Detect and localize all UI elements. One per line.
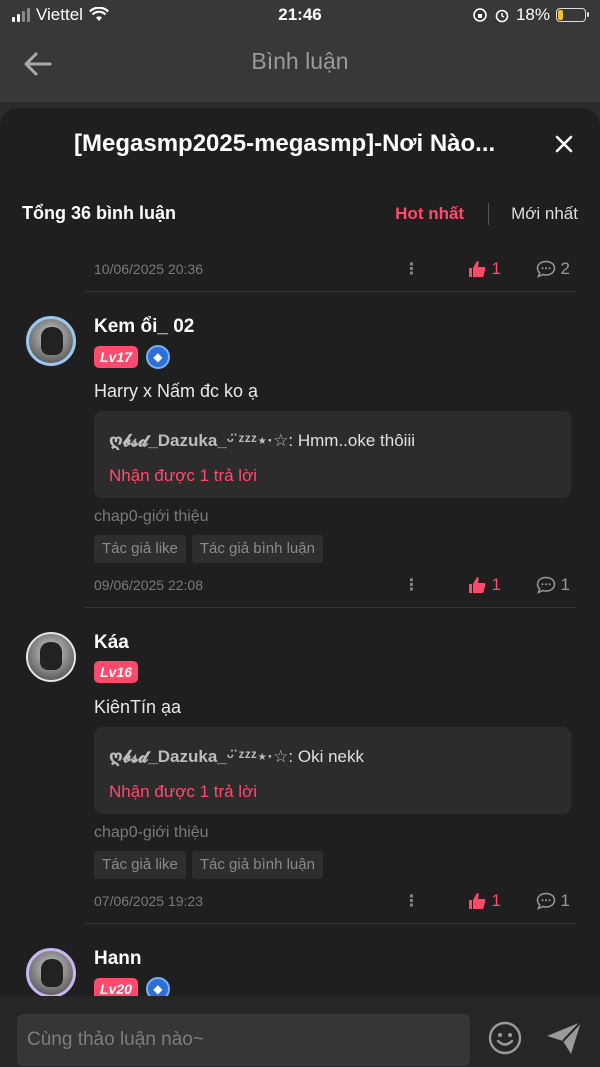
rotation-lock-icon <box>473 8 487 22</box>
comment-username[interactable]: Kem ổi_ 02 <box>94 316 194 338</box>
emoji-icon[interactable] <box>487 1020 523 1056</box>
sort-tabs: Hot nhất Mới nhất <box>395 203 578 225</box>
reply-line: ღ𝓫𝓼𝓭_Dazuka_ᵕ̈ ᶻᶻᶻ⋆·☆: Oki nekk <box>109 747 364 767</box>
send-icon[interactable] <box>544 1018 584 1058</box>
comment-date: 10/06/2025 20:36 <box>94 261 203 277</box>
comment-date: 07/06/2025 19:23 <box>94 893 203 909</box>
divider <box>84 291 576 292</box>
like-count: 1 <box>491 891 501 910</box>
reply-preview[interactable]: ღ𝓫𝓼𝓭_Dazuka_ᵕ̈ ᶻᶻᶻ⋆·☆: Hmm..oke thôiii N… <box>94 411 571 498</box>
reply-text: : Oki nekk <box>288 747 364 766</box>
avatar[interactable] <box>26 948 76 998</box>
thumbs-up-icon <box>468 893 485 909</box>
reply-count: 1 <box>560 891 570 910</box>
more-options-icon[interactable]: ⋮ <box>402 891 422 911</box>
divider <box>84 923 576 924</box>
author-like-tag: Tác giả like <box>94 535 186 563</box>
author-reply-tag: Tác giả bình luận <box>191 851 323 879</box>
close-icon[interactable] <box>550 130 578 158</box>
comment-meta: 07/06/2025 19:23 ⋮ 1 1 <box>94 889 570 913</box>
comments-sheet: [Megasmp2025-megasmp]-Nơi Nào... Tổng 36… <box>0 108 600 1067</box>
reply-preview[interactable]: ღ𝓫𝓼𝓭_Dazuka_ᵕ̈ ᶻᶻᶻ⋆·☆: Oki nekk Nhận đượ… <box>94 727 571 814</box>
comment-date: 09/06/2025 22:08 <box>94 577 203 593</box>
divider <box>84 607 576 608</box>
reply-button[interactable]: 2 <box>536 259 570 279</box>
avatar[interactable] <box>26 316 76 366</box>
chat-bubble-icon <box>536 576 555 594</box>
nav-title: Bình luận <box>251 48 349 74</box>
reply-text: : Hmm..oke thôiii <box>288 431 415 450</box>
reply-button[interactable]: 1 <box>536 891 570 911</box>
avatar[interactable] <box>26 632 76 682</box>
reply-button[interactable]: 1 <box>536 575 570 595</box>
like-count: 1 <box>491 575 501 594</box>
author-tags: Tác giả like Tác giả bình luận <box>94 535 323 563</box>
sort-hot-tab[interactable]: Hot nhất <box>395 204 464 224</box>
reply-line: ღ𝓫𝓼𝓭_Dazuka_ᵕ̈ ᶻᶻᶻ⋆·☆: Hmm..oke thôiii <box>109 431 415 451</box>
comment-input[interactable] <box>17 1014 470 1066</box>
more-options-icon[interactable]: ⋮ <box>402 575 422 595</box>
reply-count: 1 <box>560 575 570 594</box>
author-like-tag: Tác giả like <box>94 851 186 879</box>
author-tags: Tác giả like Tác giả bình luận <box>94 851 323 879</box>
comment-username[interactable]: Hann <box>94 948 142 970</box>
author-reply-tag: Tác giả bình luận <box>191 535 323 563</box>
comment-username[interactable]: Káa <box>94 632 129 654</box>
sort-divider <box>488 203 490 225</box>
view-replies-link[interactable]: Nhận được 1 trả lời <box>109 782 257 802</box>
chat-bubble-icon <box>536 260 555 278</box>
battery-icon <box>556 8 589 22</box>
user-badges: Lv16 <box>94 661 138 683</box>
comment-composer <box>0 996 600 1067</box>
like-count: 1 <box>491 259 501 278</box>
alarm-icon <box>495 9 509 23</box>
diamond-badge-icon: ◆ <box>145 345 170 369</box>
nav-bar: Bình luận <box>0 30 600 102</box>
comment-text: Harry x Nấm đc ko ạ <box>94 381 259 401</box>
sheet-title: [Megasmp2025-megasmp]-Nơi Nào... <box>74 130 496 157</box>
user-badges: Lv17 ◆ <box>94 345 170 369</box>
comment-text: KiênTín ạa <box>94 697 182 717</box>
reply-username: ღ𝓫𝓼𝓭_Dazuka_ᵕ̈ ᶻᶻᶻ⋆·☆ <box>109 431 289 450</box>
chapter-label: chap0-giới thiệu <box>94 508 209 525</box>
status-bar: Viettel 21:46 18% <box>0 0 600 30</box>
reply-count: 2 <box>560 259 570 278</box>
chapter-label: chap0-giới thiệu <box>94 824 209 841</box>
status-right: 18% <box>472 5 589 25</box>
like-button[interactable]: 1 <box>468 575 536 595</box>
reply-username: ღ𝓫𝓼𝓭_Dazuka_ᵕ̈ ᶻᶻᶻ⋆·☆ <box>109 747 289 766</box>
sort-new-tab[interactable]: Mới nhất <box>511 204 578 224</box>
more-options-icon[interactable]: ⋮ <box>402 259 422 279</box>
comment-meta: 09/06/2025 22:08 ⋮ 1 1 <box>94 573 570 597</box>
comment-count: Tổng 36 bình luận <box>22 203 176 223</box>
like-button[interactable]: 1 <box>468 891 536 911</box>
battery-percent: 18% <box>515 5 550 24</box>
chat-bubble-icon <box>536 892 555 910</box>
thumbs-up-icon <box>468 577 485 593</box>
view-replies-link[interactable]: Nhận được 1 trả lời <box>109 466 257 486</box>
thumbs-up-icon <box>468 261 485 277</box>
level-badge: Lv16 <box>94 661 138 683</box>
level-badge: Lv17 <box>94 346 138 368</box>
comment-meta: 10/06/2025 20:36 ⋮ 1 2 <box>94 257 570 281</box>
like-button[interactable]: 1 <box>468 259 536 279</box>
